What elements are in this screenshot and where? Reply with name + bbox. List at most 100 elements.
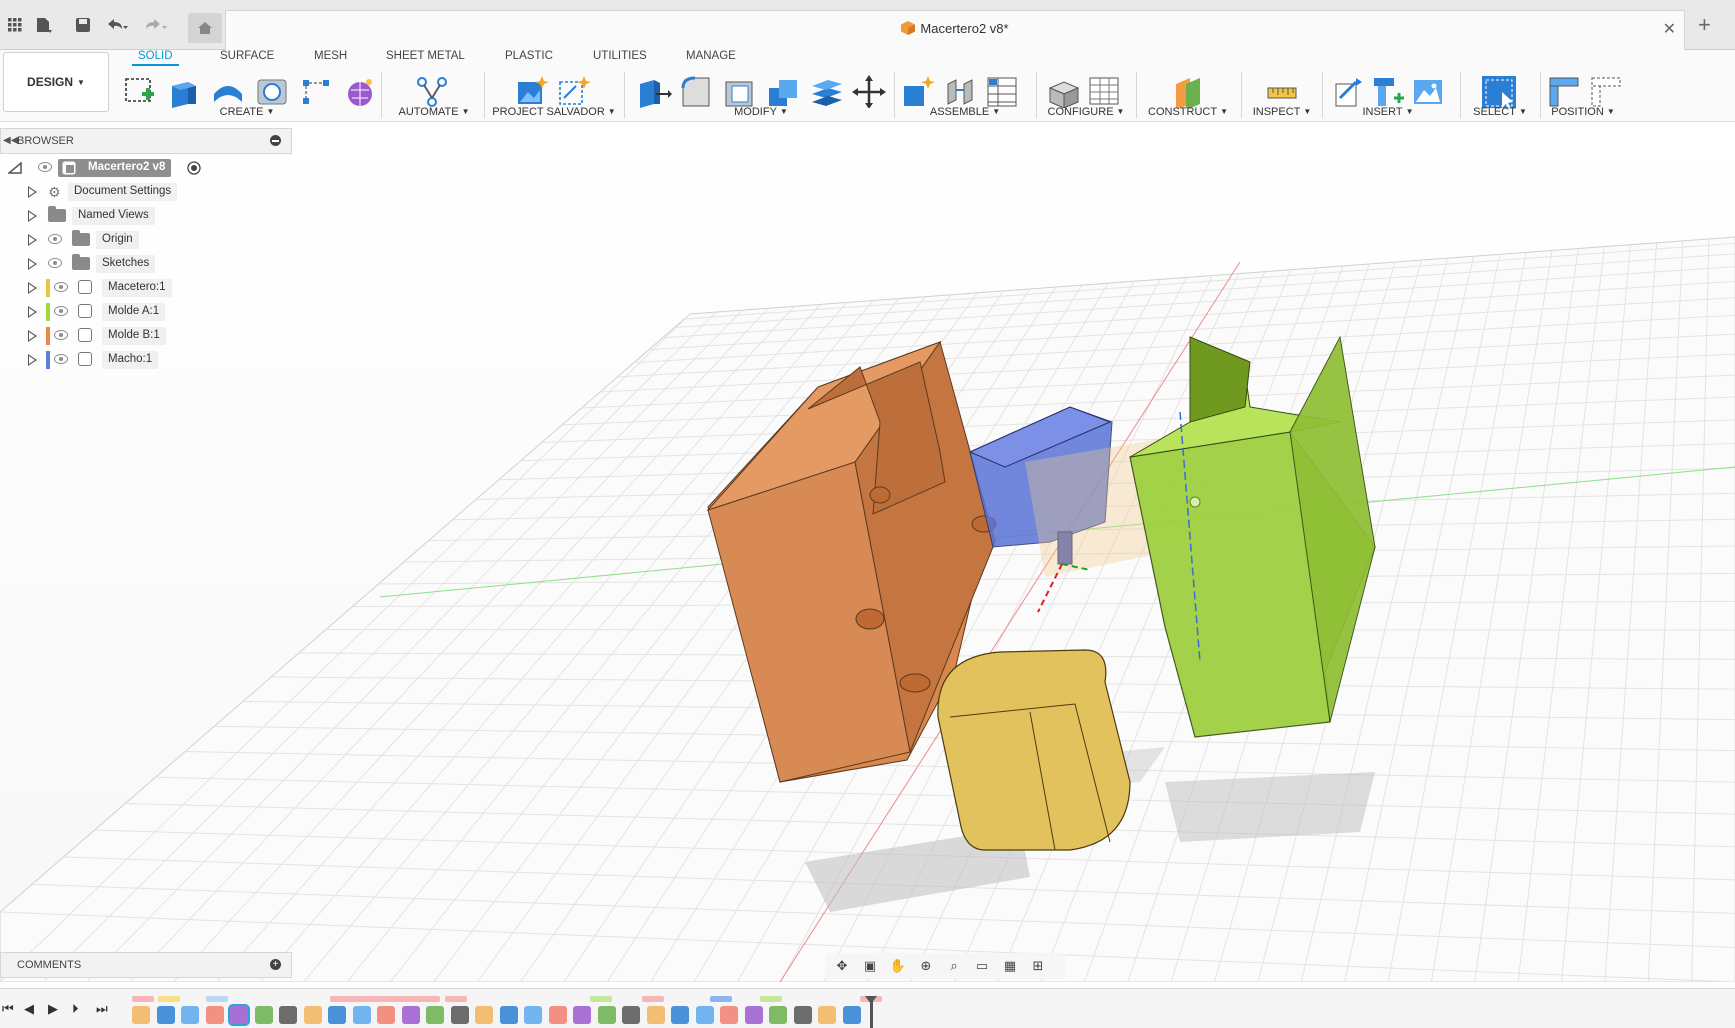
- visibility-eye-icon[interactable]: [48, 258, 62, 268]
- tab-mesh[interactable]: MESH: [314, 50, 347, 62]
- project-salvador-menu[interactable]: PROJECT SALVADOR ▼: [488, 106, 620, 118]
- play-icon[interactable]: ▶: [48, 1001, 58, 1017]
- zoom-icon[interactable]: ⊕: [916, 957, 936, 975]
- combine-icon[interactable]: [765, 74, 801, 108]
- tree-item-molde-b[interactable]: Molde B:1: [0, 325, 292, 347]
- timeline-feature[interactable]: [818, 1006, 836, 1024]
- timeline-feature[interactable]: [671, 1006, 689, 1024]
- visibility-eye-icon[interactable]: [54, 282, 68, 292]
- undo-icon[interactable]: [106, 14, 128, 36]
- timeline-feature[interactable]: [401, 1006, 420, 1024]
- timeline-feature[interactable]: [205, 1006, 224, 1024]
- timeline-feature[interactable]: [426, 1006, 444, 1024]
- configure-design-icon[interactable]: [1046, 74, 1082, 108]
- activate-radio-icon[interactable]: [187, 161, 201, 175]
- ai-image-icon[interactable]: [514, 74, 550, 108]
- offset-face-icon[interactable]: [808, 74, 844, 108]
- timeline-feature[interactable]: [720, 1006, 738, 1024]
- visibility-eye-icon[interactable]: [54, 330, 68, 340]
- pattern-icon[interactable]: [298, 74, 334, 108]
- automate-menu[interactable]: AUTOMATE ▼: [386, 106, 482, 118]
- close-tab-icon[interactable]: ✕: [1663, 19, 1676, 39]
- modify-menu[interactable]: MODIFY ▼: [636, 106, 886, 118]
- construct-menu[interactable]: CONSTRUCT ▼: [1140, 106, 1236, 118]
- configuration-table-icon[interactable]: [1086, 74, 1122, 108]
- timeline-feature[interactable]: [132, 1006, 150, 1024]
- tab-sheet-metal[interactable]: SHEET METAL: [386, 50, 465, 62]
- tab-plastic[interactable]: PLASTIC: [505, 50, 553, 62]
- timeline-feature[interactable]: [842, 1006, 861, 1024]
- tab-surface[interactable]: SURFACE: [220, 50, 274, 62]
- grid-settings-icon[interactable]: ▦: [1000, 957, 1020, 975]
- expand-triangle-icon[interactable]: [28, 186, 37, 198]
- timeline-feature[interactable]: [303, 1006, 322, 1024]
- bill-of-materials-icon[interactable]: [984, 74, 1020, 108]
- insert-canvas-icon[interactable]: [1410, 74, 1446, 108]
- document-tab[interactable]: Macertero2 v8* ✕: [225, 10, 1685, 50]
- timeline-feature[interactable]: [254, 1006, 273, 1024]
- new-tab-icon[interactable]: +: [1698, 12, 1711, 38]
- select-icon[interactable]: [1480, 74, 1516, 108]
- hole-icon[interactable]: [254, 74, 290, 108]
- step-back-icon[interactable]: ◀: [24, 1001, 34, 1017]
- orbit-icon[interactable]: ✥: [832, 957, 852, 975]
- tree-item-named-views[interactable]: Named Views: [0, 205, 292, 227]
- timeline-feature[interactable]: [352, 1006, 371, 1024]
- tab-manage[interactable]: MANAGE: [686, 50, 736, 62]
- expanded-triangle-icon[interactable]: [8, 162, 22, 174]
- timeline-feature[interactable]: [181, 1006, 199, 1024]
- tree-item-macho[interactable]: Macho:1: [0, 349, 292, 371]
- revolve-icon[interactable]: [210, 74, 246, 108]
- create-form-icon[interactable]: [342, 74, 378, 108]
- save-icon[interactable]: [72, 14, 94, 36]
- add-comment-icon[interactable]: +: [270, 959, 281, 970]
- redo-icon[interactable]: [146, 14, 168, 36]
- canvas-scene[interactable]: [0, 122, 1735, 983]
- pot-body[interactable]: [937, 649, 1131, 851]
- zoom-window-icon[interactable]: ⌕: [944, 957, 964, 975]
- file-menu-icon[interactable]: [32, 14, 54, 36]
- tree-root[interactable]: Macertero2 v8: [0, 157, 292, 179]
- tree-item-sketches[interactable]: Sketches: [0, 253, 292, 275]
- timeline-feature[interactable]: [499, 1006, 518, 1024]
- tree-item-macetero[interactable]: Macetero:1: [0, 277, 292, 299]
- timeline-feature[interactable]: [328, 1006, 346, 1024]
- app-grid-icon[interactable]: [4, 14, 26, 36]
- insert-menu[interactable]: INSERT ▼: [1326, 106, 1450, 118]
- insert-derive-icon[interactable]: [1330, 74, 1366, 108]
- look-at-icon[interactable]: ▣: [860, 957, 880, 975]
- select-menu[interactable]: SELECT ▼: [1462, 106, 1538, 118]
- timeline-feature[interactable]: [475, 1006, 493, 1024]
- timeline-feature[interactable]: [646, 1006, 665, 1024]
- visibility-eye-icon[interactable]: [54, 306, 68, 316]
- go-to-start-icon[interactable]: ⏮: [2, 1001, 14, 1017]
- joint-icon[interactable]: [942, 74, 978, 108]
- timeline-feature[interactable]: [377, 1006, 395, 1024]
- extrude-icon[interactable]: [166, 74, 202, 108]
- visibility-eye-icon[interactable]: [48, 234, 62, 244]
- position-menu[interactable]: POSITION ▼: [1544, 106, 1622, 118]
- home-icon[interactable]: [188, 13, 222, 43]
- workspace-switcher[interactable]: DESIGN ▼: [3, 52, 109, 112]
- shell-icon[interactable]: [722, 74, 758, 108]
- tab-utilities[interactable]: UTILITIES: [593, 50, 647, 62]
- insert-mesh-icon[interactable]: [1370, 74, 1406, 108]
- timeline-feature[interactable]: [450, 1006, 469, 1024]
- timeline-feature[interactable]: [597, 1006, 616, 1024]
- create-sketch-icon[interactable]: [122, 74, 158, 108]
- tree-item-document-settings[interactable]: ⚙ Document Settings: [0, 181, 292, 203]
- viewports-icon[interactable]: ⊞: [1028, 957, 1048, 975]
- configure-menu[interactable]: CONFIGURE ▼: [1040, 106, 1132, 118]
- timeline-feature[interactable]: [228, 1004, 250, 1026]
- assemble-menu[interactable]: ASSEMBLE ▼: [900, 106, 1030, 118]
- timeline-feature[interactable]: [622, 1006, 640, 1024]
- go-to-end-icon[interactable]: ⏭: [96, 1001, 108, 1017]
- capture-position-icon[interactable]: [1546, 74, 1582, 108]
- timeline-feature[interactable]: [769, 1006, 787, 1024]
- timeline-feature[interactable]: [695, 1006, 714, 1024]
- expand-triangle-icon[interactable]: [28, 234, 37, 246]
- inspect-menu[interactable]: INSPECT ▼: [1246, 106, 1318, 118]
- timeline-feature[interactable]: [156, 1006, 175, 1024]
- tab-solid[interactable]: SOLID: [132, 50, 178, 66]
- tree-item-molde-a[interactable]: Molde A:1: [0, 301, 292, 323]
